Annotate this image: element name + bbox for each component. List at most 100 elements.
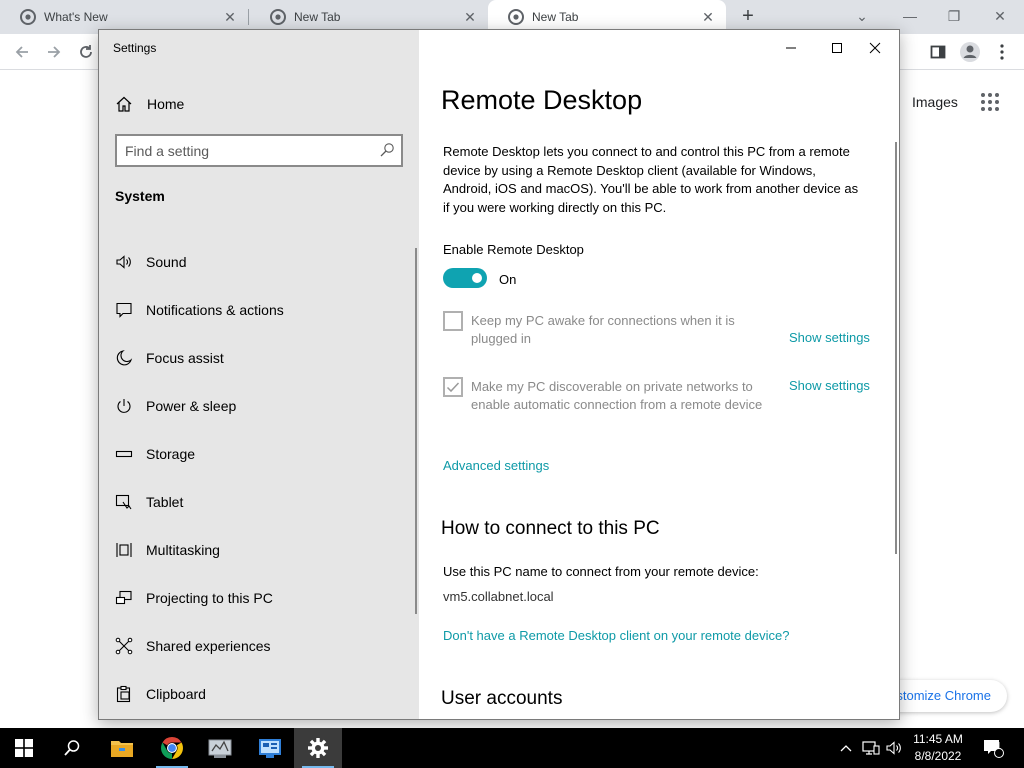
profile-avatar-icon[interactable]: [958, 40, 982, 64]
taskbar-search-button[interactable]: [48, 728, 96, 768]
sidebar-item-power-sleep[interactable]: Power & sleep: [115, 382, 405, 430]
chrome-favicon-icon: [270, 9, 286, 25]
sidebar-scrollbar[interactable]: [415, 248, 417, 614]
tablet-icon: [115, 493, 133, 511]
sidebar-item-sound[interactable]: Sound: [115, 238, 405, 286]
content-scrollbar[interactable]: [895, 142, 897, 554]
minimize-browser-icon[interactable]: —: [900, 6, 920, 26]
enable-remote-desktop-toggle[interactable]: [443, 268, 487, 288]
projecting-icon: [115, 589, 133, 607]
keep-awake-checkbox[interactable]: [443, 311, 463, 331]
control-panel-icon: [259, 739, 281, 758]
tab-title: What's New: [44, 10, 108, 24]
sidebar-item-label: Projecting to this PC: [146, 590, 273, 606]
taskbar-clock[interactable]: 11:45 AM 8/8/2022: [900, 731, 976, 765]
sidebar-item-storage[interactable]: Storage: [115, 430, 405, 478]
server-manager-icon: [208, 739, 232, 758]
chrome-taskbar-button[interactable]: [148, 728, 196, 768]
user-accounts-heading: User accounts: [441, 688, 563, 709]
plus-icon: +: [742, 5, 754, 27]
sidebar-item-notifications[interactable]: Notifications & actions: [115, 286, 405, 334]
find-setting-search[interactable]: [115, 134, 403, 167]
back-icon[interactable]: [10, 40, 34, 64]
sidebar-item-shared-experiences[interactable]: Shared experiences: [115, 622, 405, 670]
show-settings-link[interactable]: Show settings: [789, 330, 870, 345]
home-icon: [116, 96, 132, 112]
maximize-window-icon[interactable]: [821, 36, 853, 60]
server-manager-button[interactable]: [196, 728, 244, 768]
minimize-window-icon[interactable]: [775, 36, 807, 60]
pc-name-value: vm5.collabnet.local: [443, 589, 554, 604]
sidebar-item-label: Tablet: [146, 494, 184, 510]
action-center-button[interactable]: 1: [978, 728, 1008, 768]
clock-date: 8/8/2022: [914, 749, 962, 763]
tab-search-icon[interactable]: ⌄: [852, 6, 872, 26]
remote-desktop-description: Remote Desktop lets you connect to and c…: [443, 144, 859, 215]
home-nav-item[interactable]: Home: [115, 92, 184, 116]
settings-taskbar-button[interactable]: [294, 728, 342, 768]
advanced-settings-link[interactable]: Advanced settings: [443, 458, 549, 473]
show-settings-link[interactable]: Show settings: [789, 378, 870, 393]
search-icon[interactable]: [379, 142, 395, 158]
connect-heading: How to connect to this PC: [441, 518, 660, 539]
clipboard-icon: [115, 685, 133, 703]
settings-content: Remote Desktop Remote Desktop lets you c…: [419, 30, 899, 719]
folder-icon: [111, 741, 133, 757]
sidebar-item-label: Focus assist: [146, 350, 224, 366]
forward-icon[interactable]: [42, 40, 66, 64]
sidebar-item-focus-assist[interactable]: Focus assist: [115, 334, 405, 382]
discoverable-checkbox[interactable]: [443, 377, 463, 397]
chrome-favicon-icon: [20, 9, 36, 25]
page-title: Remote Desktop: [441, 85, 643, 115]
reload-icon[interactable]: [74, 40, 98, 64]
remote-client-link[interactable]: Don't have a Remote Desktop client on yo…: [443, 628, 789, 643]
settings-nav-list: Sound Notifications & actions Focus assi…: [115, 238, 405, 718]
sidebar-item-tablet[interactable]: Tablet: [115, 478, 405, 526]
storage-icon: [115, 445, 133, 463]
tab-title: New Tab: [532, 10, 579, 24]
search-input[interactable]: [125, 141, 375, 161]
sidebar-item-label: Notifications & actions: [146, 302, 284, 318]
file-explorer-button[interactable]: [98, 728, 146, 768]
close-tab-icon[interactable]: ✕: [222, 9, 238, 25]
sidebar-item-label: Power & sleep: [146, 398, 237, 414]
clock-time: 11:45 AM: [913, 732, 963, 746]
toggle-state-label: On: [499, 272, 517, 287]
chrome-menu-icon[interactable]: [990, 40, 1014, 64]
checkmark-icon: [446, 382, 460, 393]
multitasking-icon: [115, 541, 133, 559]
images-link[interactable]: Images: [912, 94, 958, 110]
network-tray-button[interactable]: [860, 728, 882, 768]
taskbar: 11:45 AM 8/8/2022 1: [0, 728, 1024, 768]
show-hidden-icons-button[interactable]: [836, 728, 856, 768]
close-browser-icon[interactable]: ✕: [990, 6, 1010, 26]
restore-browser-icon[interactable]: ❐: [944, 6, 964, 26]
keep-awake-label: Keep my PC awake for connections when it…: [471, 313, 735, 346]
sidebar-item-label: Clipboard: [146, 686, 206, 702]
power-icon: [115, 397, 133, 415]
close-tab-icon[interactable]: ✕: [462, 9, 478, 25]
notifications-icon: [115, 301, 133, 319]
start-button[interactable]: [0, 728, 48, 768]
sidebar-item-projecting[interactable]: Projecting to this PC: [115, 574, 405, 622]
notification-count: 1: [996, 741, 1002, 752]
chevron-up-icon: [840, 745, 852, 752]
enable-remote-desktop-label: Enable Remote Desktop: [443, 242, 584, 257]
control-panel-button[interactable]: [246, 728, 294, 768]
section-heading: System: [115, 188, 165, 204]
sidebar-item-clipboard[interactable]: Clipboard: [115, 670, 405, 718]
discoverable-label: Make my PC discoverable on private netwo…: [471, 379, 763, 412]
close-window-icon[interactable]: [859, 36, 891, 60]
chrome-favicon-icon: [508, 9, 524, 25]
search-icon: [64, 740, 80, 756]
new-tab-button[interactable]: +: [737, 6, 759, 28]
settings-sidebar: Settings Home System Sound Notifications…: [99, 30, 419, 719]
side-panel-icon[interactable]: [926, 40, 950, 64]
sidebar-item-multitasking[interactable]: Multitasking: [115, 526, 405, 574]
close-tab-icon[interactable]: ✕: [700, 9, 716, 25]
google-apps-icon[interactable]: [980, 92, 1000, 112]
tab-title: New Tab: [294, 10, 341, 24]
tab-separator: [248, 9, 249, 25]
network-icon: [862, 741, 880, 755]
sidebar-item-label: Storage: [146, 446, 196, 462]
